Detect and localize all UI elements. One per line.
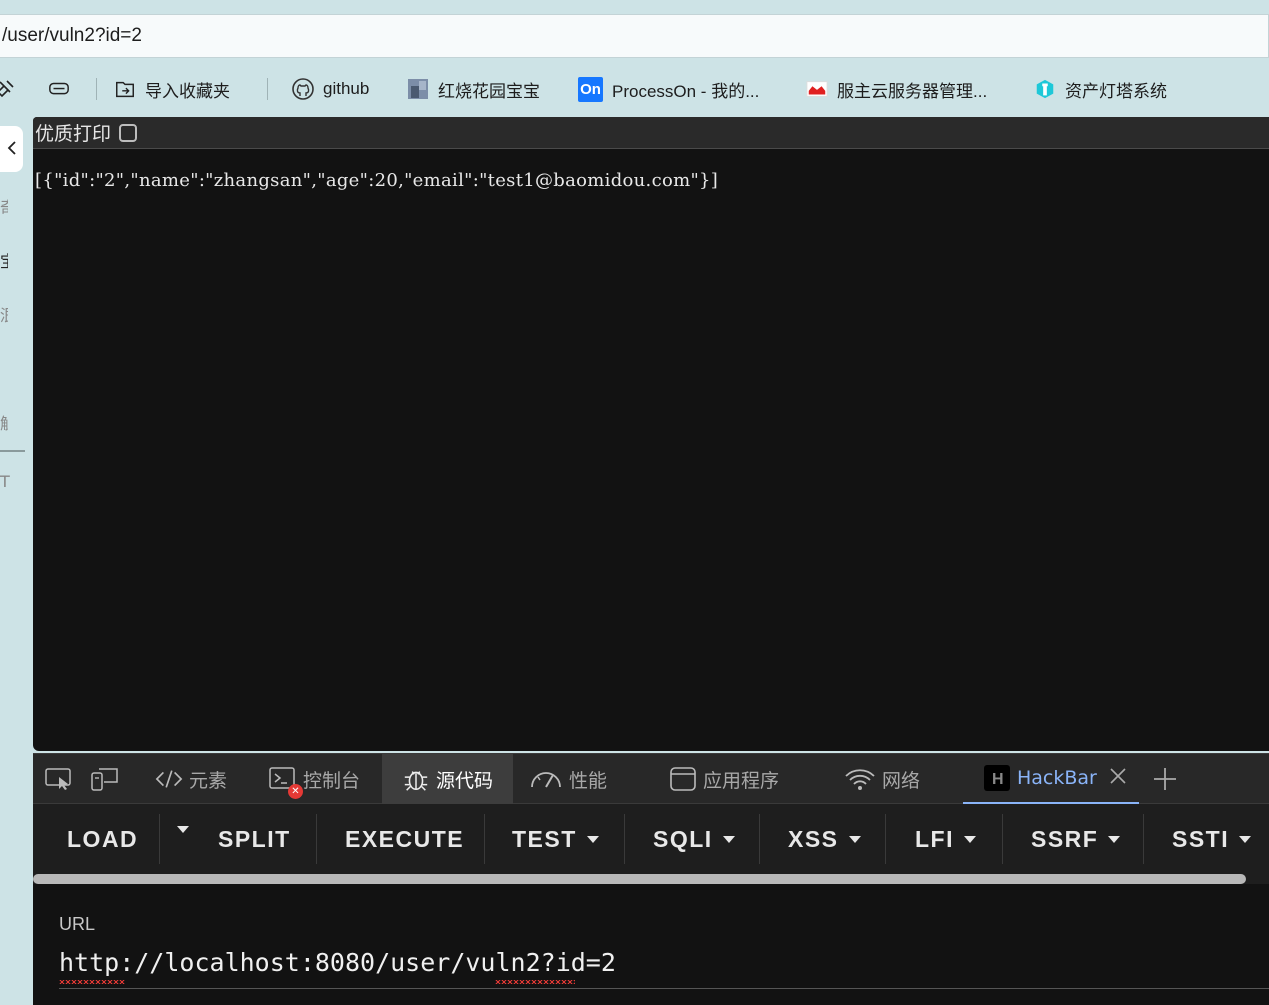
github-icon xyxy=(292,78,314,100)
console-icon: ✕ xyxy=(269,765,303,799)
chevron-down-icon xyxy=(848,836,861,843)
address-bar-url[interactable]: /user/vuln2?id=2 xyxy=(2,25,142,47)
bookmark-label: 红烧花园宝宝 xyxy=(438,81,540,101)
hackbar-body: URL http://localhost:8080/user/vuln2?id=… xyxy=(33,884,1269,1005)
test-menu-button[interactable]: TEST xyxy=(512,826,599,853)
server-icon xyxy=(806,78,828,100)
bookmarks-bar: 导入收藏夹 github 红烧花园宝宝 On ProcessOn - 我的...… xyxy=(0,66,1269,112)
devtools-tab-bar: 元素 ✕ 控制台 源代码 性能 应用程序 网络 H HackBar xyxy=(33,754,1269,804)
add-tab-button[interactable] xyxy=(1151,754,1185,804)
error-badge-icon: ✕ xyxy=(288,784,303,799)
chevron-down-icon xyxy=(1108,836,1121,843)
address-bar[interactable]: /user/vuln2?id=2 xyxy=(0,14,1269,58)
pretty-print-checkbox[interactable] xyxy=(119,123,138,142)
sources-icon xyxy=(402,765,430,793)
bookmark-import[interactable]: 导入收藏夹 xyxy=(114,76,230,102)
toolbar-divider xyxy=(1002,814,1003,864)
bookmark-collections[interactable] xyxy=(48,76,79,102)
toolbar-divider xyxy=(316,814,317,864)
network-icon xyxy=(844,765,876,793)
pin-icon[interactable] xyxy=(0,76,16,102)
bookmark-processon[interactable]: On ProcessOn - 我的... xyxy=(578,76,759,102)
chevron-down-icon xyxy=(586,836,599,843)
application-icon xyxy=(669,765,697,793)
bookmark-divider xyxy=(96,78,97,100)
chevron-down-icon xyxy=(964,836,976,843)
toolbar-divider xyxy=(1143,814,1144,864)
collections-icon xyxy=(48,78,70,100)
spellcheck-underline xyxy=(59,980,125,984)
toolbar-scrollbar[interactable] xyxy=(33,874,1246,884)
tab-hackbar[interactable]: H HackBar xyxy=(963,754,1139,804)
bookmark-label: 资产灯塔系统 xyxy=(1065,81,1167,101)
url-field-label: URL xyxy=(59,914,96,934)
device-toggle-icon xyxy=(91,765,119,793)
toolbar-divider xyxy=(624,814,625,864)
bookmark-label: github xyxy=(323,79,370,98)
bookmark-lighthouse[interactable]: 资产灯塔系统 xyxy=(1034,76,1167,102)
image-icon xyxy=(407,78,429,100)
chevron-down-icon xyxy=(1239,836,1252,843)
hackbar-toolbar: LOAD SPLIT EXECUTE TEST SQLI XSS LFI SSR… xyxy=(33,804,1269,874)
devtools-panel: 元素 ✕ 控制台 源代码 性能 应用程序 网络 H HackBar LOAD S… xyxy=(33,753,1269,1005)
split-button[interactable]: SPLIT xyxy=(218,826,291,853)
load-button[interactable]: LOAD xyxy=(67,826,138,853)
collapse-panel-button[interactable] xyxy=(0,126,23,172)
side-panel-item[interactable]: 泿 xyxy=(0,302,8,326)
toolbar-divider xyxy=(484,814,485,864)
browser-toolbar: /user/vuln2?id=2 xyxy=(0,0,1269,66)
bookmark-label: 服主云服务器管理... xyxy=(837,81,988,101)
import-bookmarks-icon xyxy=(114,78,136,100)
side-panel-item[interactable]: 触 xyxy=(0,410,8,434)
bookmark-label: ProcessOn - 我的... xyxy=(612,81,760,101)
chevron-left-icon xyxy=(7,140,17,159)
svg-text:H: H xyxy=(992,771,1004,788)
side-panel-divider xyxy=(0,450,25,452)
elements-icon xyxy=(155,765,183,793)
bookmark-github[interactable]: github xyxy=(292,76,369,102)
bookmark-image[interactable]: 红烧花园宝宝 xyxy=(407,76,540,102)
tab-network[interactable]: 网络 xyxy=(844,754,920,804)
tab-elements[interactable]: 元素 xyxy=(155,754,227,804)
side-panel-item[interactable]: 奇 xyxy=(0,194,8,218)
chevron-down-icon xyxy=(722,836,735,843)
toolbar-divider xyxy=(159,814,160,864)
xss-menu-button[interactable]: XSS xyxy=(788,826,861,853)
toolbar-divider xyxy=(885,814,886,864)
url-input[interactable]: http://localhost:8080/user/vuln2?id=2 xyxy=(59,948,616,977)
side-panel-item[interactable]: T xyxy=(0,472,12,491)
bookmark-server[interactable]: 服主云服务器管理... xyxy=(806,76,987,102)
spellcheck-underline xyxy=(495,980,575,984)
bookmark-label: 导入收藏夹 xyxy=(145,81,230,101)
bookmark-divider xyxy=(267,78,268,100)
processon-icon: On xyxy=(578,76,603,102)
ssti-menu-button[interactable]: SSTI xyxy=(1172,826,1252,853)
page-content: 优质打印 [{"id":"2","name":"zhangsan","age":… xyxy=(33,117,1269,751)
tab-sources[interactable]: 源代码 xyxy=(382,754,513,804)
side-panel: 奇 宝 泿 触 T xyxy=(0,112,32,1005)
load-dropdown-button[interactable] xyxy=(167,826,189,833)
inspect-icon xyxy=(45,765,73,793)
lfi-menu-button[interactable]: LFI xyxy=(915,826,976,853)
hackbar-icon: H xyxy=(983,764,1011,792)
sqli-menu-button[interactable]: SQLI xyxy=(653,826,735,853)
tab-inspect[interactable] xyxy=(45,754,79,804)
tab-application[interactable]: 应用程序 xyxy=(669,754,779,804)
performance-icon xyxy=(529,765,563,793)
json-response: [{"id":"2","name":"zhangsan","age":20,"e… xyxy=(35,170,719,191)
lighthouse-icon xyxy=(1034,78,1056,100)
url-input-underline xyxy=(59,988,1269,989)
add-tab-icon xyxy=(1151,765,1179,793)
chevron-down-icon xyxy=(177,826,189,833)
pretty-print-bar: 优质打印 xyxy=(33,117,1269,149)
side-panel-item[interactable]: 宝 xyxy=(0,248,8,272)
close-tab-icon[interactable] xyxy=(1109,767,1127,790)
execute-button[interactable]: EXECUTE xyxy=(345,826,464,853)
toolbar-divider xyxy=(759,814,760,864)
tab-device-toggle[interactable] xyxy=(91,754,125,804)
tab-performance[interactable]: 性能 xyxy=(529,754,607,804)
pretty-print-label: 优质打印 xyxy=(35,123,112,145)
tab-console[interactable]: ✕ 控制台 xyxy=(269,754,360,804)
ssrf-menu-button[interactable]: SSRF xyxy=(1031,826,1121,853)
